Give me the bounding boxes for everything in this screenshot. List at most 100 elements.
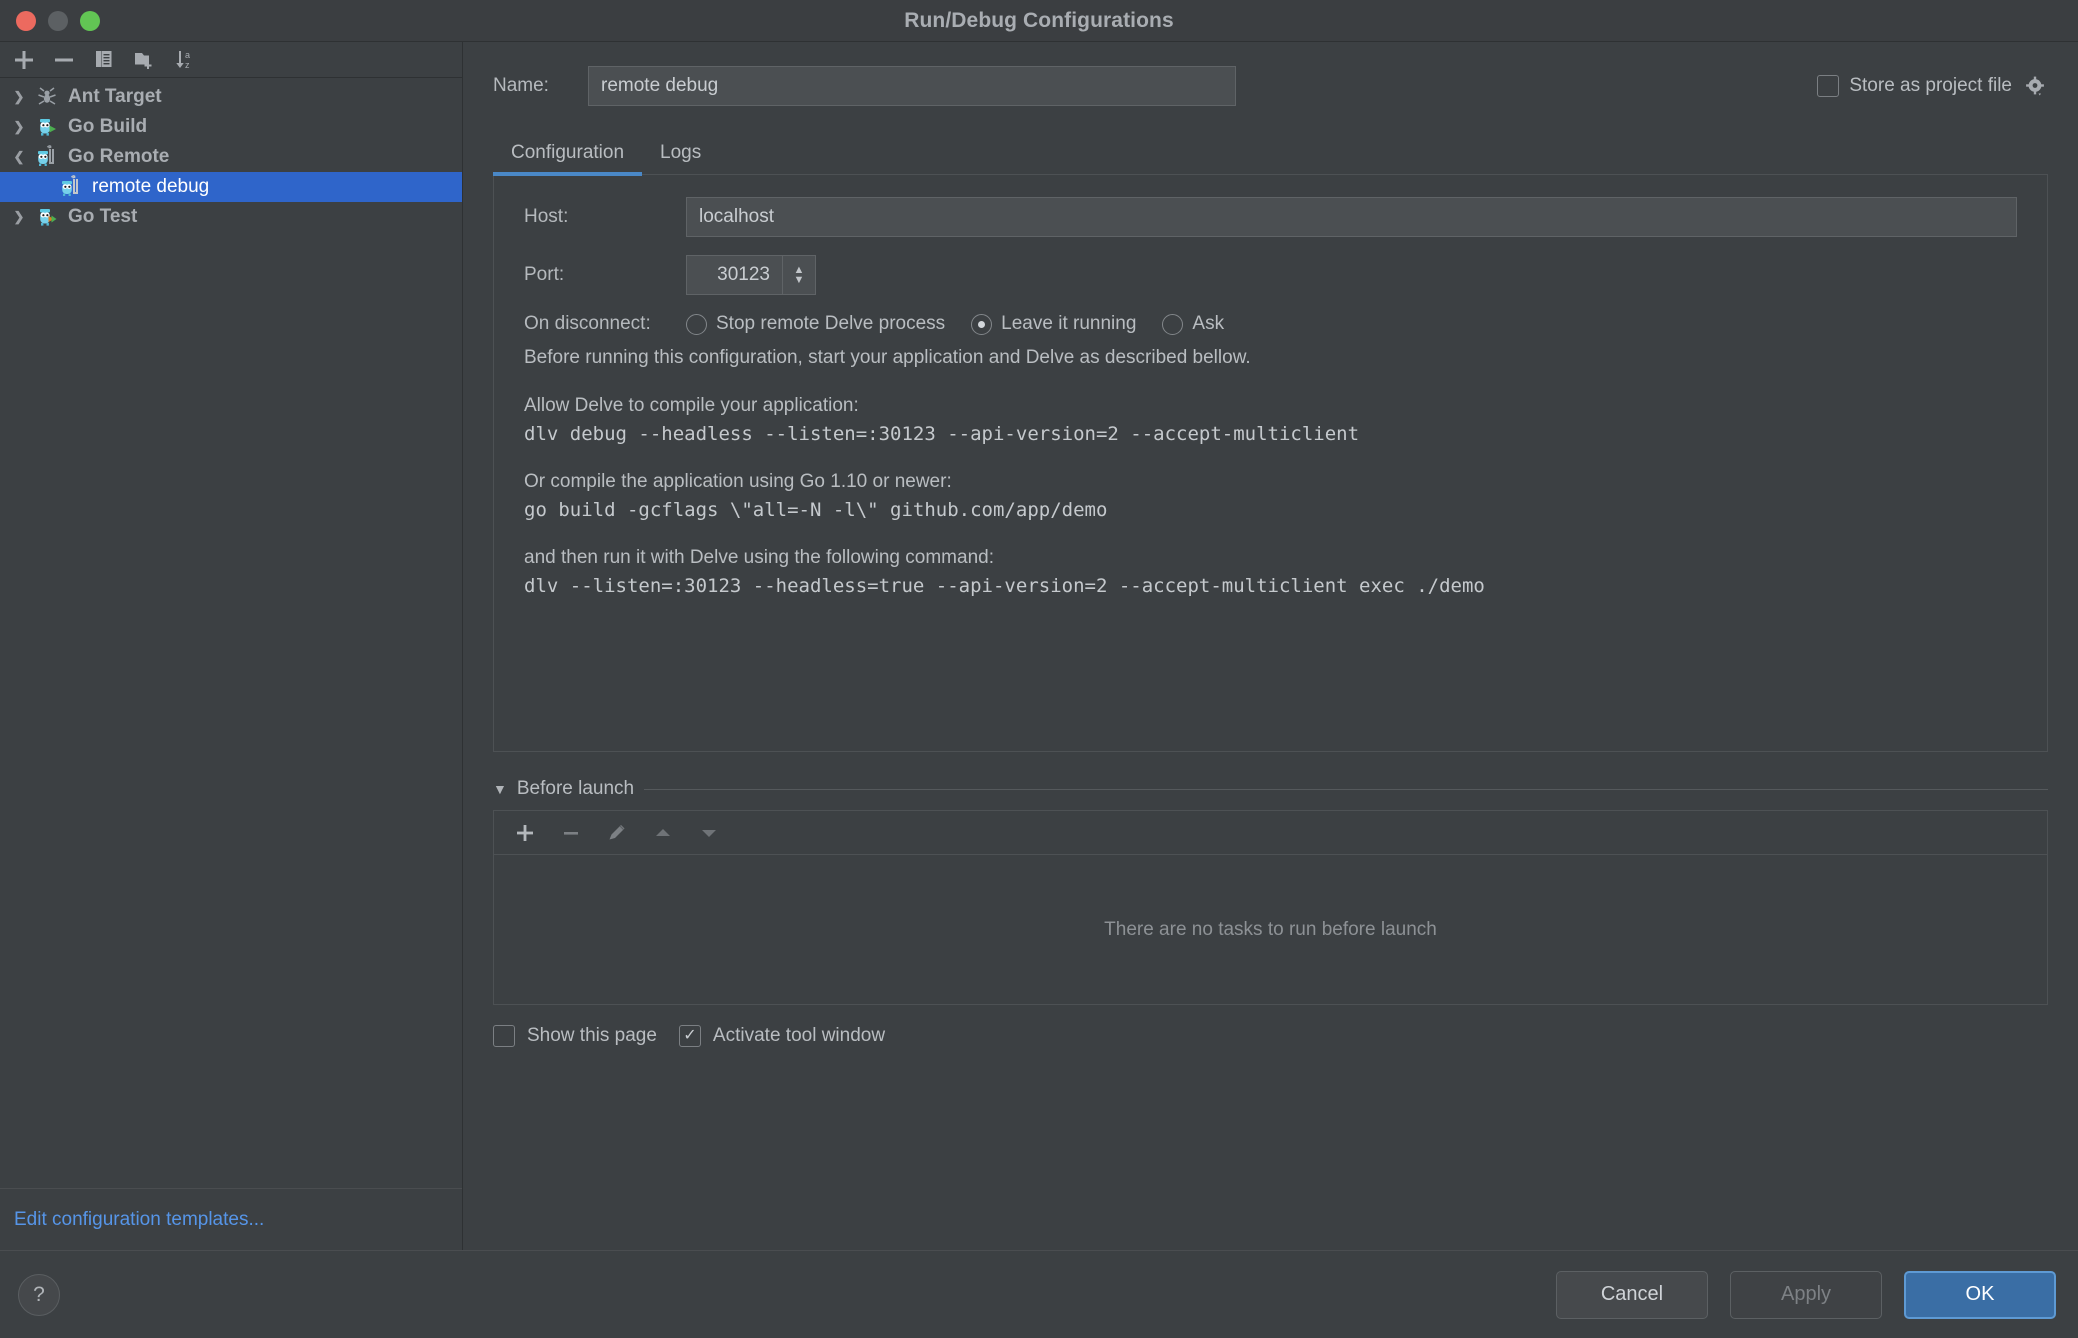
- tree-item-label: Go Build: [68, 116, 147, 138]
- go-gopher-remote-icon: [32, 145, 62, 169]
- sidebar-footer: Edit configuration templates...: [0, 1188, 462, 1250]
- radio-leave-it-running[interactable]: Leave it running: [971, 313, 1136, 335]
- port-label: Port:: [524, 264, 686, 286]
- dialog-footer: ? Cancel Apply OK: [0, 1250, 2078, 1338]
- configuration-editor: Name: Store as project file: [463, 42, 2078, 1250]
- before-launch-title: Before launch: [517, 778, 634, 800]
- go-gopher-remote-icon: [56, 175, 86, 199]
- triangle-down-icon[interactable]: [692, 817, 726, 849]
- remove-button[interactable]: [46, 45, 82, 75]
- svg-text:a: a: [185, 50, 190, 60]
- tree-item-go-test[interactable]: ❯ Go Test: [0, 202, 462, 232]
- run-debug-configurations-dialog: Run/Debug Configurations: [0, 0, 2078, 1338]
- svg-text:z: z: [185, 60, 190, 70]
- name-row: Name: Store as project file: [463, 42, 2078, 106]
- radio-button[interactable]: [971, 314, 992, 335]
- host-row: Host:: [494, 197, 2047, 237]
- sidebar-toolbar: a z: [0, 42, 462, 78]
- radio-label: Stop remote Delve process: [716, 313, 945, 335]
- store-as-project-file-label: Store as project file: [1849, 75, 2012, 97]
- tree-item-remote-debug[interactable]: remote debug: [0, 172, 462, 202]
- port-input[interactable]: [686, 255, 782, 295]
- editor-tabs[interactable]: Configuration Logs: [493, 134, 2048, 174]
- intro-text: Before running this configuration, start…: [494, 347, 2047, 369]
- gear-dropdown-icon[interactable]: [2022, 73, 2048, 99]
- show-this-page-checkbox[interactable]: [493, 1025, 515, 1047]
- configuration-panel: Host: Port: ▲ ▼ On disconnect:: [493, 174, 2048, 752]
- add-button[interactable]: [6, 45, 42, 75]
- tree-item-ant-target[interactable]: ❯ Ant Target: [0, 82, 462, 112]
- before-launch-toolbar: [494, 811, 2047, 855]
- name-input[interactable]: [588, 66, 1236, 106]
- store-as-project-file-option[interactable]: Store as project file: [1817, 73, 2048, 99]
- host-label: Host:: [524, 206, 686, 228]
- show-this-page-option[interactable]: Show this page: [493, 1025, 657, 1047]
- edit-configuration-templates-link[interactable]: Edit configuration templates...: [14, 1209, 264, 1231]
- chevron-right-icon[interactable]: ❯: [6, 209, 32, 225]
- instruction-block-2: Or compile the application using Go 1.10…: [494, 471, 2047, 521]
- sort-az-icon[interactable]: a z: [166, 45, 202, 75]
- radio-label: Ask: [1192, 313, 1224, 335]
- activate-tool-window-label: Activate tool window: [713, 1025, 885, 1047]
- on-disconnect-label: On disconnect:: [524, 313, 686, 335]
- chevron-down-icon[interactable]: ❮: [6, 149, 32, 165]
- port-row: Port: ▲ ▼: [494, 255, 2047, 295]
- apply-button[interactable]: Apply: [1730, 1271, 1882, 1319]
- command-text: dlv --listen=:30123 --headless=true --ap…: [524, 575, 2017, 597]
- window-title: Run/Debug Configurations: [0, 9, 2078, 33]
- dialog-body: a z ❯ Ant Target: [0, 42, 2078, 1250]
- configurations-tree[interactable]: ❯ Ant Target ❯: [0, 78, 462, 1188]
- section-divider: [644, 789, 2048, 790]
- port-stepper[interactable]: ▲ ▼: [686, 255, 816, 295]
- chevron-right-icon[interactable]: ❯: [6, 89, 32, 105]
- tree-item-label: Go Remote: [68, 146, 169, 168]
- show-this-page-label: Show this page: [527, 1025, 657, 1047]
- triangle-down-icon[interactable]: ▼: [493, 781, 507, 797]
- remove-task-button[interactable]: [554, 817, 588, 849]
- tree-item-label: Ant Target: [68, 86, 162, 108]
- cancel-button[interactable]: Cancel: [1556, 1271, 1708, 1319]
- activate-tool-window-option[interactable]: ✓ Activate tool window: [679, 1025, 885, 1047]
- instruction-text: Allow Delve to compile your application:: [524, 395, 2017, 417]
- chevron-right-icon[interactable]: ❯: [6, 119, 32, 135]
- help-button[interactable]: ?: [18, 1274, 60, 1316]
- add-task-button[interactable]: [508, 817, 542, 849]
- name-label: Name:: [493, 75, 588, 97]
- before-launch-header[interactable]: ▼ Before launch: [493, 778, 2048, 800]
- tree-item-go-remote[interactable]: ❮ Go Re: [0, 142, 462, 172]
- bottom-options: Show this page ✓ Activate tool window: [463, 1005, 2078, 1047]
- triangle-up-icon[interactable]: [646, 817, 680, 849]
- radio-button[interactable]: [686, 314, 707, 335]
- before-launch-section: ▼ Before launch: [493, 778, 2048, 1005]
- radio-stop-remote-delve-process[interactable]: Stop remote Delve process: [686, 313, 945, 335]
- go-gopher-test-icon: [32, 205, 62, 229]
- store-as-project-file-checkbox[interactable]: [1817, 75, 1839, 97]
- tab-configuration[interactable]: Configuration: [493, 142, 642, 174]
- radio-button[interactable]: [1162, 314, 1183, 335]
- tab-logs[interactable]: Logs: [642, 142, 719, 174]
- tree-item-label: Go Test: [68, 206, 137, 228]
- host-input[interactable]: [686, 197, 2017, 237]
- copy-icon[interactable]: [86, 45, 122, 75]
- window-titlebar: Run/Debug Configurations: [0, 0, 2078, 42]
- port-spinner-buttons[interactable]: ▲ ▼: [782, 255, 816, 295]
- before-launch-empty-text: There are no tasks to run before launch: [494, 855, 2047, 1004]
- command-text: go build -gcflags \"all=-N -l\" github.c…: [524, 499, 2017, 521]
- activate-tool-window-checkbox[interactable]: ✓: [679, 1025, 701, 1047]
- spinner-down-icon[interactable]: ▼: [794, 275, 805, 285]
- folder-add-icon[interactable]: [126, 45, 162, 75]
- ant-icon: [32, 85, 62, 109]
- pencil-icon[interactable]: [600, 817, 634, 849]
- instruction-block-1: Allow Delve to compile your application:…: [494, 395, 2047, 445]
- tree-item-go-build[interactable]: ❯ Go Build: [0, 112, 462, 142]
- command-text: dlv debug --headless --listen=:30123 --a…: [524, 423, 2017, 445]
- ok-button[interactable]: OK: [1904, 1271, 2056, 1319]
- radio-ask[interactable]: Ask: [1162, 313, 1224, 335]
- before-launch-box: There are no tasks to run before launch: [493, 810, 2048, 1005]
- configurations-sidebar: a z ❯ Ant Target: [0, 42, 463, 1250]
- on-disconnect-row: On disconnect: Stop remote Delve process…: [494, 313, 2047, 335]
- radio-label: Leave it running: [1001, 313, 1136, 335]
- instruction-text: Or compile the application using Go 1.10…: [524, 471, 2017, 493]
- footer-buttons: Cancel Apply OK: [1556, 1271, 2056, 1319]
- instruction-block-3: and then run it with Delve using the fol…: [494, 547, 2047, 597]
